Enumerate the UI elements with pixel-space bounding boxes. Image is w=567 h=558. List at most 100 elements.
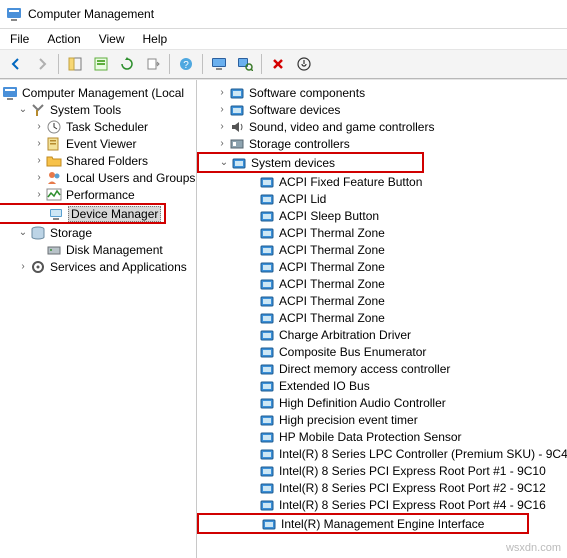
- device-item[interactable]: Intel(R) 8 Series PCI Express Root Port …: [245, 479, 567, 496]
- services-icon: [30, 259, 46, 275]
- device-item[interactable]: Direct memory access controller: [245, 360, 567, 377]
- monitor-icon-button[interactable]: [207, 52, 231, 76]
- tree-local-users[interactable]: › Local Users and Groups: [32, 169, 196, 186]
- device-system-devices[interactable]: ⌄ System devices: [217, 154, 422, 171]
- device-item[interactable]: ACPI Thermal Zone: [245, 241, 567, 258]
- tree-performance[interactable]: › Performance: [32, 186, 196, 203]
- back-button[interactable]: [4, 52, 28, 76]
- device-item[interactable]: Intel(R) Management Engine Interface: [247, 515, 527, 532]
- help-button[interactable]: ?: [174, 52, 198, 76]
- expander-none: [245, 413, 259, 427]
- expander-none: [245, 226, 259, 240]
- device-tree[interactable]: › Software components › Software devices…: [197, 84, 567, 534]
- device-folder-icon: [261, 516, 277, 532]
- device-folder-icon: [259, 480, 275, 496]
- tree-item-label: ACPI Thermal Zone: [279, 260, 385, 274]
- device-item[interactable]: ACPI Sleep Button: [245, 207, 567, 224]
- expander-closed-icon[interactable]: ›: [32, 188, 46, 202]
- tree-item-label: Device Manager: [68, 206, 161, 222]
- show-hide-tree-button[interactable]: [63, 52, 87, 76]
- expander-closed-icon[interactable]: ›: [215, 103, 229, 117]
- expander-closed-icon[interactable]: ›: [32, 171, 46, 185]
- device-item[interactable]: ACPI Thermal Zone: [245, 309, 567, 326]
- tree-item-label: Direct memory access controller: [279, 362, 450, 376]
- tree-disk-management[interactable]: Disk Management: [32, 241, 196, 258]
- expander-closed-icon[interactable]: ›: [215, 120, 229, 134]
- tree-item-label: Performance: [66, 188, 135, 202]
- device-manager-pane[interactable]: › Software components › Software devices…: [197, 80, 567, 558]
- expander-none: [245, 294, 259, 308]
- tree-system-tools[interactable]: ⌄ System Tools: [16, 101, 196, 118]
- expander-none: [247, 517, 261, 531]
- tree-item-label: Intel(R) 8 Series LPC Controller (Premiu…: [279, 447, 567, 461]
- highlight-device-manager: Device Manager: [0, 203, 166, 224]
- device-item[interactable]: ACPI Fixed Feature Button: [245, 173, 567, 190]
- expander-open-icon[interactable]: ⌄: [217, 156, 231, 170]
- title-bar: Computer Management: [0, 0, 567, 29]
- highlight-system-devices: ⌄ System devices: [197, 152, 424, 173]
- tree-item-label: Charge Arbitration Driver: [279, 328, 411, 342]
- device-category[interactable]: › Software devices: [215, 101, 567, 118]
- export-button[interactable]: [141, 52, 165, 76]
- expander-none: [245, 430, 259, 444]
- tree-task-scheduler[interactable]: › Task Scheduler: [32, 118, 196, 135]
- expander-none: [245, 311, 259, 325]
- expander-closed-icon[interactable]: ›: [32, 154, 46, 168]
- expander-none: [245, 192, 259, 206]
- tree-event-viewer[interactable]: › Event Viewer: [32, 135, 196, 152]
- uninstall-button[interactable]: [266, 52, 290, 76]
- device-category[interactable]: › Sound, video and game controllers: [215, 118, 567, 135]
- expander-closed-icon[interactable]: ›: [32, 120, 46, 134]
- properties-button[interactable]: [89, 52, 113, 76]
- toolbar-separator: [58, 54, 59, 74]
- tree-item-label: Sound, video and game controllers: [249, 120, 434, 134]
- expander-open-icon[interactable]: ⌄: [16, 103, 30, 117]
- menu-view[interactable]: View: [91, 30, 133, 48]
- expander-closed-icon[interactable]: ›: [215, 137, 229, 151]
- device-item[interactable]: HP Mobile Data Protection Sensor: [245, 428, 567, 445]
- device-item[interactable]: High precision event timer: [245, 411, 567, 428]
- expander-closed-icon[interactable]: ›: [32, 137, 46, 151]
- device-item[interactable]: Composite Bus Enumerator: [245, 343, 567, 360]
- tree-item-label: ACPI Thermal Zone: [279, 277, 385, 291]
- forward-button[interactable]: [30, 52, 54, 76]
- device-item[interactable]: ACPI Lid: [245, 190, 567, 207]
- device-item[interactable]: ACPI Thermal Zone: [245, 224, 567, 241]
- device-item[interactable]: Intel(R) 8 Series LPC Controller (Premiu…: [245, 445, 567, 462]
- scan-hardware-button[interactable]: [233, 52, 257, 76]
- expander-closed-icon[interactable]: ›: [16, 260, 30, 274]
- expander-none: [245, 175, 259, 189]
- device-item[interactable]: ACPI Thermal Zone: [245, 258, 567, 275]
- device-folder-icon: [259, 293, 275, 309]
- tree-shared-folders[interactable]: › Shared Folders: [32, 152, 196, 169]
- watermark-text: wsxdn.com: [506, 542, 561, 554]
- device-item[interactable]: ACPI Thermal Zone: [245, 292, 567, 309]
- expander-none: [245, 362, 259, 376]
- device-item[interactable]: Intel(R) 8 Series PCI Express Root Port …: [245, 496, 567, 513]
- expander-open-icon[interactable]: ⌄: [16, 226, 30, 240]
- enable-button[interactable]: [292, 52, 316, 76]
- expander-none: [245, 209, 259, 223]
- device-item[interactable]: Extended IO Bus: [245, 377, 567, 394]
- device-category[interactable]: › Storage controllers: [215, 135, 567, 152]
- tree-services[interactable]: › Services and Applications: [16, 258, 196, 275]
- menu-help[interactable]: Help: [135, 30, 176, 48]
- expander-closed-icon[interactable]: ›: [215, 86, 229, 100]
- tree-root[interactable]: Computer Management (Local: [0, 84, 196, 101]
- eventlog-icon: [46, 136, 62, 152]
- device-item[interactable]: High Definition Audio Controller: [245, 394, 567, 411]
- tree-item-label: System Tools: [50, 103, 121, 117]
- device-item[interactable]: Charge Arbitration Driver: [245, 326, 567, 343]
- menu-file[interactable]: File: [2, 30, 37, 48]
- console-tree[interactable]: Computer Management (Local ⌄ System Tool…: [0, 84, 196, 275]
- device-folder-icon: [259, 242, 275, 258]
- tree-item-label: Services and Applications: [50, 260, 187, 274]
- refresh-button[interactable]: [115, 52, 139, 76]
- menu-action[interactable]: Action: [39, 30, 88, 48]
- device-item[interactable]: ACPI Thermal Zone: [245, 275, 567, 292]
- device-category[interactable]: › Software components: [215, 84, 567, 101]
- tree-device-manager[interactable]: Device Manager: [34, 205, 164, 222]
- console-tree-pane[interactable]: Computer Management (Local ⌄ System Tool…: [0, 80, 197, 558]
- device-item[interactable]: Intel(R) 8 Series PCI Express Root Port …: [245, 462, 567, 479]
- tree-storage[interactable]: ⌄ Storage: [16, 224, 196, 241]
